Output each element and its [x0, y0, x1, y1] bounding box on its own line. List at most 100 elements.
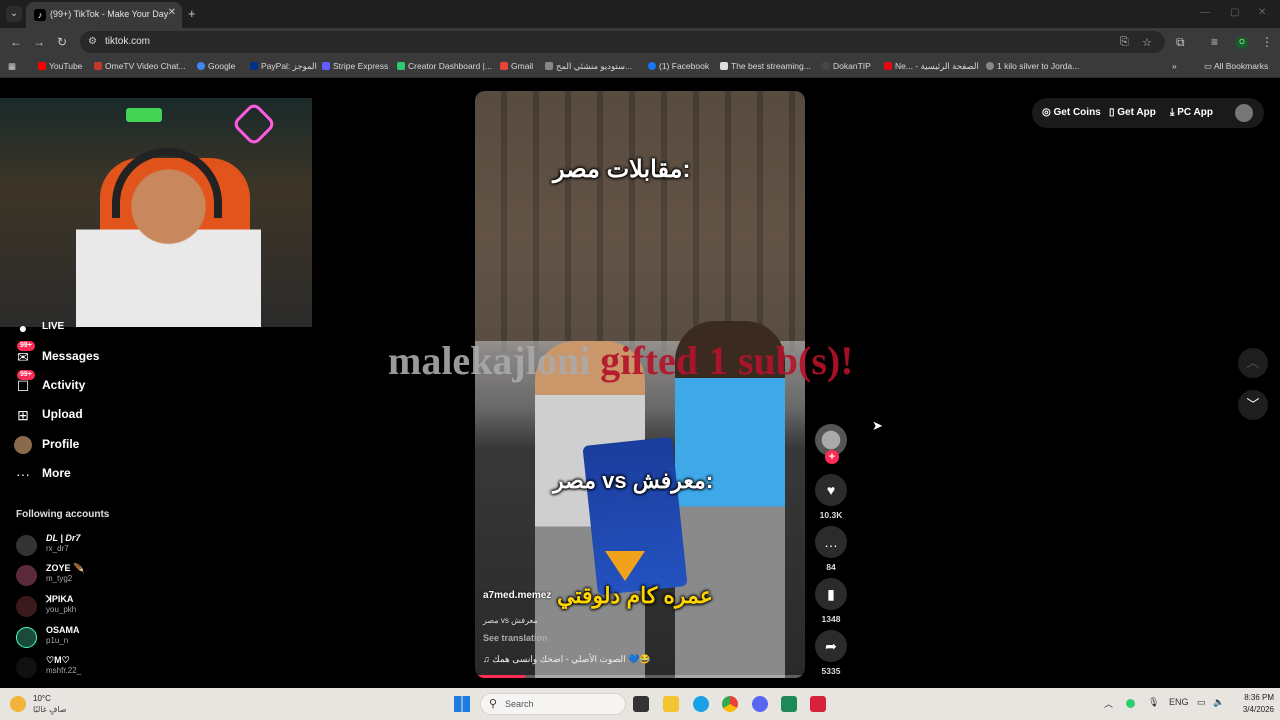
sidebar-item-activity[interactable]: ☐ 99+ Activity — [14, 370, 144, 396]
bookmark-11[interactable]: Ne... - الصفحة الرئيسية — [884, 61, 979, 72]
heart-icon[interactable]: ♥ — [815, 474, 847, 506]
video-player[interactable]: مقابلات مصر: مصر vs معرفش: عمره كام دلوق… — [475, 91, 805, 678]
sidebar-item-messages[interactable]: ✉ 99+ Messages — [14, 341, 144, 367]
scroll-up-icon[interactable]: ︿ — [1238, 348, 1268, 378]
tray-overflow-icon[interactable]: ︿ — [1104, 697, 1113, 710]
weather-icon[interactable] — [10, 696, 26, 712]
site-info-icon[interactable]: ⚙ — [88, 36, 97, 47]
discord-icon[interactable] — [752, 696, 768, 712]
video-username[interactable]: a7med.memez — [483, 590, 551, 601]
media-icon[interactable]: ≡ — [1211, 35, 1218, 49]
following-account[interactable]: DL | Dr7 rx_dr7 — [16, 533, 166, 557]
share-icon[interactable]: ➦ — [815, 630, 847, 662]
bookmarks-overflow-icon[interactable]: » — [1172, 61, 1177, 71]
following-account[interactable]: OSAMA p1u_n — [16, 625, 166, 649]
maximize-icon[interactable]: ▢ — [1230, 7, 1239, 18]
following-account[interactable]: ZOYE 🪶 m_tyg2 — [16, 563, 166, 587]
user-avatar[interactable] — [1235, 104, 1253, 122]
video-background-building — [475, 91, 805, 351]
get-coins-button[interactable]: ◎ Get Coins — [1042, 107, 1101, 118]
network-icon[interactable]: ▭ — [1197, 697, 1206, 708]
bookmark-icon[interactable]: ▮ — [815, 578, 847, 610]
address-bar-row: ← → ↻ ⚙ tiktok.com ⎘ ☆ ⧉ ≡ O ⋮ — [0, 28, 1280, 56]
comment-count: 84 — [826, 562, 836, 572]
back-icon[interactable]: ← — [10, 35, 22, 49]
window-close-icon[interactable]: ✕ — [1258, 7, 1266, 18]
chrome-icon[interactable] — [722, 696, 738, 712]
sidebar-item-live[interactable]: ● LIVE — [14, 318, 144, 338]
tray-status-icon[interactable] — [1126, 699, 1135, 708]
install-app-icon[interactable]: ⎘ — [1120, 36, 1129, 49]
url-text[interactable]: tiktok.com — [105, 36, 150, 47]
gmail-icon — [500, 62, 508, 70]
scroll-down-icon[interactable]: ﹀ — [1238, 390, 1268, 420]
follow-plus-icon[interactable]: + — [825, 450, 839, 464]
netflix-icon — [884, 62, 892, 70]
clock-time[interactable]: 8:36 PM — [1234, 693, 1274, 702]
weather-condition[interactable]: صافٍ غالبًا — [33, 705, 67, 714]
upload-icon: ⊞ — [17, 407, 29, 423]
microphone-icon[interactable]: 🎙 — [1148, 697, 1159, 708]
pc-app-button[interactable]: ⤓ PC App — [1170, 107, 1213, 118]
bookmark-star-icon[interactable]: ☆ — [1142, 36, 1152, 49]
reload-icon[interactable]: ↻ — [57, 35, 67, 49]
video-progress-fill — [475, 675, 525, 678]
profile-avatar[interactable]: O — [1236, 37, 1248, 49]
chrome-menu-icon[interactable]: ⋮ — [1261, 35, 1273, 49]
video-music[interactable]: ♫ الصوت الأصلي - اضحك وانسى همك 💙😂 — [483, 654, 651, 665]
edge-icon[interactable] — [693, 696, 709, 712]
browser-tab[interactable]: ♪ (99+) TikTok - Make Your Day ✕ — [26, 2, 182, 28]
see-translation-link[interactable]: See translation — [483, 633, 548, 643]
bookmark-5[interactable]: Creator Dashboard |... — [397, 61, 492, 71]
video-progress-bar[interactable] — [475, 675, 805, 678]
forward-icon[interactable]: → — [33, 35, 45, 49]
save-action[interactable]: ▮ 1348 — [815, 578, 847, 624]
minimize-icon[interactable]: — — [1200, 7, 1210, 18]
bookmark-6[interactable]: Gmail — [500, 61, 533, 71]
taskbar-search[interactable]: ⚲ Search — [480, 693, 626, 715]
tiktok-favicon-icon: ♪ — [34, 9, 46, 21]
comment-action[interactable]: … 84 — [815, 526, 847, 572]
more-icon: ··· — [16, 466, 30, 482]
bookmark-4[interactable]: Stripe Express — [322, 61, 388, 71]
neon-logo — [231, 101, 277, 147]
volume-icon[interactable]: 🔈 — [1213, 697, 1224, 708]
studio-icon — [545, 62, 553, 70]
new-tab-icon[interactable]: + — [188, 6, 196, 21]
get-app-button[interactable]: ▯ Get App — [1109, 107, 1156, 118]
tab-close-icon[interactable]: ✕ — [168, 7, 176, 18]
bookmark-7[interactable]: ستوديو منشئي المح... — [545, 61, 632, 72]
following-account[interactable]: ꓘPIKA you_pkh — [16, 594, 166, 618]
share-action[interactable]: ➦ 5335 — [815, 630, 847, 676]
sidebar-item-label: Activity — [42, 378, 86, 392]
bookmark-8[interactable]: (1) Facebook — [648, 61, 709, 71]
sidebar-item-profile[interactable]: Profile — [14, 435, 144, 455]
windows-start-icon[interactable] — [454, 696, 470, 712]
weather-temp[interactable]: 10°C — [33, 694, 51, 703]
comment-icon[interactable]: … — [815, 526, 847, 558]
bookmark-0[interactable]: YouTube — [38, 61, 82, 71]
file-explorer-icon[interactable] — [663, 696, 679, 712]
app-icon[interactable] — [781, 696, 797, 712]
language-indicator[interactable]: ENG — [1169, 697, 1189, 707]
task-view-icon[interactable] — [633, 696, 649, 712]
bookmark-12[interactable]: 1 kilo silver to Jorda... — [986, 61, 1079, 71]
save-count: 1348 — [821, 614, 841, 624]
streaming-app-icon[interactable] — [810, 696, 826, 712]
bookmark-1[interactable]: OmeTV Video Chat... — [94, 61, 186, 71]
bookmark-9[interactable]: The best streaming... — [720, 61, 811, 71]
clock-date[interactable]: 3/4/2026 — [1224, 705, 1274, 714]
sidebar-item-upload[interactable]: ⊞ Upload — [14, 405, 144, 425]
sidebar-item-more[interactable]: ··· More — [14, 464, 144, 484]
tab-search-icon[interactable]: ⌄ — [6, 6, 22, 22]
youtube-icon — [38, 62, 46, 70]
like-action[interactable]: ♥ 10.3K — [815, 474, 847, 520]
following-account[interactable]: ♡M♡ mshfr.22_ — [16, 655, 166, 679]
all-bookmarks[interactable]: ▭ All Bookmarks — [1204, 61, 1268, 72]
apps-grid-icon[interactable]: ▦ — [8, 61, 16, 72]
extensions-icon[interactable]: ⧉ — [1176, 35, 1185, 50]
bookmark-3[interactable]: PayPal: الموجز — [250, 61, 317, 72]
omnibox[interactable]: ⚙ tiktok.com ⎘ ☆ — [80, 31, 1165, 53]
bookmark-10[interactable]: DokanTIP — [822, 61, 871, 71]
bookmark-2[interactable]: Google — [197, 61, 235, 71]
